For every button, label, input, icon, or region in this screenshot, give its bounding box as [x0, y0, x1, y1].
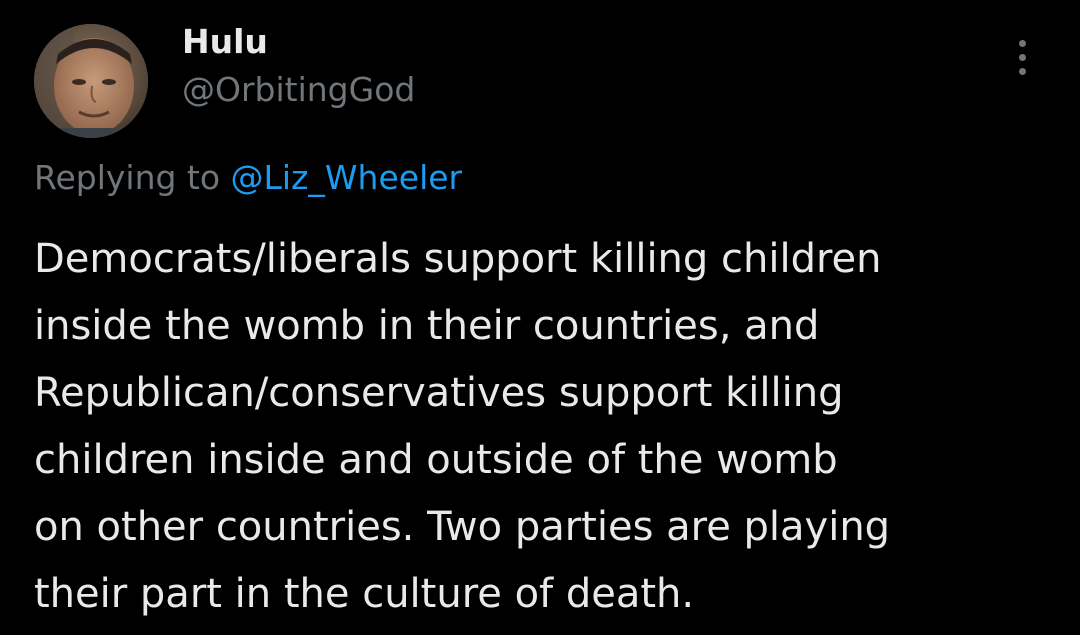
- tweet-text: Democrats/liberals support killing child…: [34, 226, 1044, 628]
- replying-to: Replying to @Liz_Wheeler: [34, 157, 462, 199]
- user-handle[interactable]: @OrbitingGod: [182, 70, 415, 110]
- tweet-text-line: their part in the culture of death.: [34, 571, 695, 617]
- tweet-text-line: Republican/conservatives support killing: [34, 370, 844, 416]
- avatar[interactable]: [34, 24, 148, 138]
- tweet-text-line: inside the womb in their countries, and: [34, 303, 820, 349]
- tweet-card: Hulu @OrbitingGod Replying to @Liz_Wheel…: [0, 0, 1080, 635]
- display-name[interactable]: Hulu: [182, 22, 268, 62]
- tweet-text-line: children inside and outside of the womb: [34, 437, 838, 483]
- tweet-text-line: on other countries. Two parties are play…: [34, 504, 891, 550]
- more-icon-dot: [1019, 68, 1026, 75]
- more-vertical-icon: [1019, 40, 1026, 47]
- more-options-button[interactable]: [1002, 36, 1042, 80]
- more-icon-dot: [1019, 54, 1026, 61]
- reply-target-link[interactable]: @Liz_Wheeler: [231, 158, 463, 197]
- replying-to-label: Replying to: [34, 158, 221, 197]
- profile-photo-avatar: [34, 24, 148, 138]
- tweet-text-line: Democrats/liberals support killing child…: [34, 236, 882, 282]
